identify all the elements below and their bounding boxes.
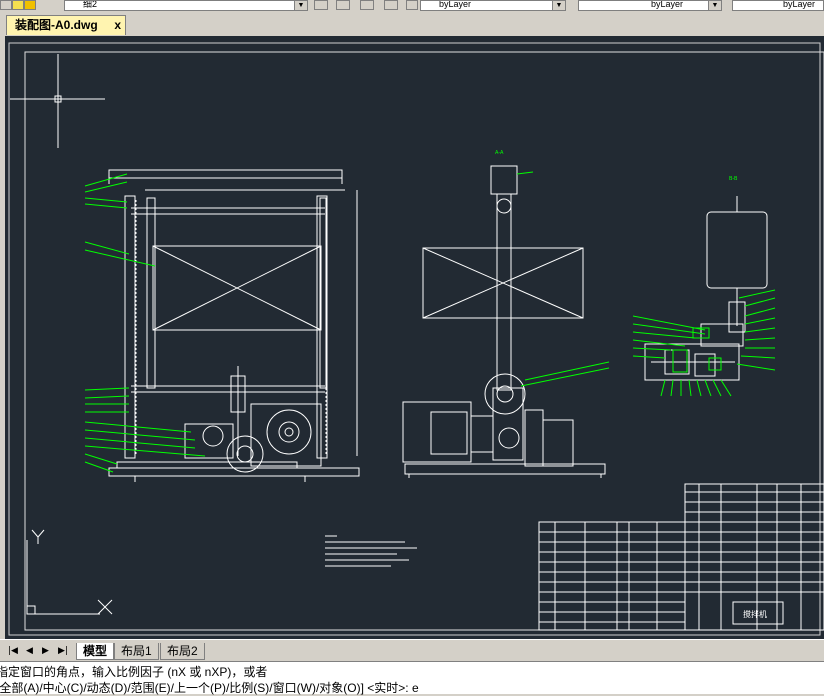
- next-layout-icon[interactable]: ▶: [42, 646, 49, 656]
- first-layout-icon[interactable]: |◀: [8, 646, 18, 656]
- document-tab[interactable]: 装配图-A0.dwg x: [6, 15, 126, 35]
- chevron-down-icon[interactable]: ▼: [294, 1, 307, 10]
- command-prompt-line[interactable]: [全部(A)/中心(C)/动态(D)/范围(E)/上一个(P)/比例(S)/窗口…: [0, 679, 419, 696]
- color-value: byLayer: [439, 0, 472, 9]
- layer-properties-icon[interactable]: [384, 0, 398, 10]
- command-line[interactable]: 指定窗口的角点，输入比例因子 (nX 或 nXP)，或者 [全部(A)/中心(C…: [0, 661, 824, 696]
- color-swatch-icon[interactable]: [406, 0, 418, 10]
- view-label-b-b: B-B: [729, 176, 738, 182]
- layer-value: 细2: [83, 0, 98, 9]
- command-history-line: 指定窗口的角点，输入比例因子 (nX 或 nXP)，或者: [0, 665, 268, 679]
- crosshair-cursor: [10, 54, 105, 148]
- sun-icon[interactable]: [24, 0, 36, 10]
- chevron-down-icon[interactable]: ▼: [552, 1, 565, 10]
- ucs-icon: [26, 529, 113, 615]
- detail-view-parts: [672, 327, 722, 373]
- side-view-leaders: [516, 171, 610, 387]
- front-view-leaders: [84, 173, 206, 473]
- layer-manager-icon[interactable]: [336, 0, 350, 10]
- layer-state-icon[interactable]: [0, 0, 12, 10]
- lightbulb-icon[interactable]: [12, 0, 24, 10]
- drawing-frame-outer: [8, 42, 821, 636]
- detail-view: [644, 196, 768, 381]
- make-layer-current-icon[interactable]: [314, 0, 328, 10]
- lineweight-value: byLayer: [783, 0, 816, 9]
- linetype-value: byLayer: [651, 0, 684, 9]
- layer-dropdown[interactable]: 细2 ▼: [64, 0, 308, 11]
- drawing-canvas[interactable]: A-A B-B 搅拌机: [5, 36, 824, 639]
- bill-of-materials: [538, 483, 824, 631]
- drawing-svg: A-A B-B 搅拌机: [8, 42, 824, 636]
- view-label-a-a: A-A: [495, 150, 504, 156]
- drawing-frame-inner: [24, 51, 824, 631]
- side-view: [402, 165, 606, 478]
- layout-tab-bar: |◀ ◀ ▶ ▶| 模型 布局1 布局2: [0, 639, 824, 662]
- previous-layout-icon[interactable]: ◀: [26, 646, 33, 656]
- tab-layout1[interactable]: 布局1: [114, 643, 159, 660]
- lineweight-dropdown[interactable]: byLayer: [732, 0, 824, 11]
- color-dropdown[interactable]: byLayer ▼: [420, 0, 566, 11]
- tab-model[interactable]: 模型: [76, 643, 115, 660]
- close-icon[interactable]: x: [114, 16, 121, 34]
- document-tab-title: 装配图-A0.dwg: [15, 18, 98, 32]
- tab-layout2[interactable]: 布局2: [160, 643, 205, 660]
- linetype-dropdown[interactable]: byLayer ▼: [578, 0, 722, 11]
- last-layout-icon[interactable]: ▶|: [58, 646, 68, 656]
- technical-notes: [325, 535, 417, 567]
- title-block-name: 搅拌机: [743, 609, 767, 619]
- layer-previous-icon[interactable]: [360, 0, 374, 10]
- chevron-down-icon[interactable]: ▼: [708, 1, 721, 10]
